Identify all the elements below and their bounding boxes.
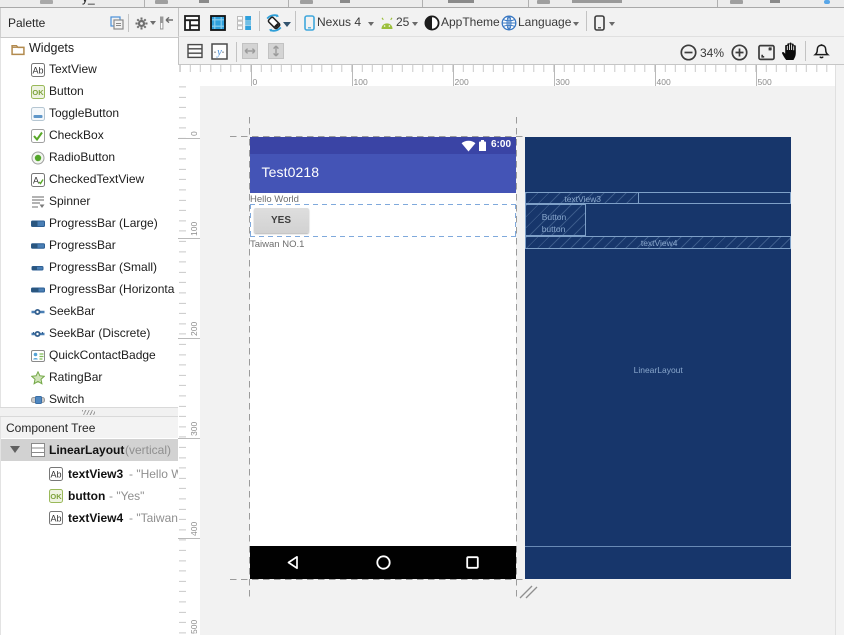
svg-text:Ab: Ab <box>50 514 61 524</box>
svg-text:OK: OK <box>50 492 62 501</box>
svg-text:y: y <box>216 47 222 58</box>
svg-text:Ab: Ab <box>32 66 43 76</box>
svg-text:A: A <box>33 176 39 186</box>
svg-text:Ab: Ab <box>50 470 61 480</box>
svg-text:OK: OK <box>32 88 44 97</box>
